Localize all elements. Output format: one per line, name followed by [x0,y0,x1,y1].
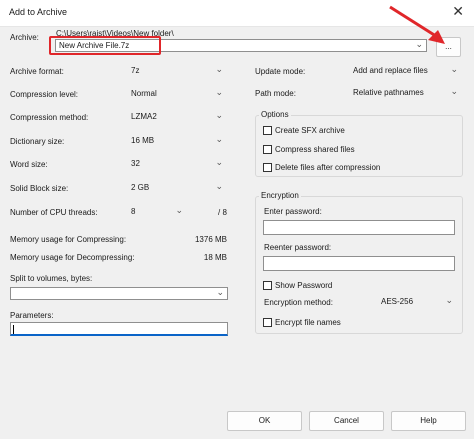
update-mode-select[interactable]: Add and replace files ⌄ [349,63,462,77]
chevron-down-icon[interactable]: ⌄ [445,295,453,306]
chevron-down-icon[interactable]: ⌄ [215,87,223,98]
archive-format-label: Archive format: [10,67,64,76]
update-mode-value: Add and replace files [353,66,428,75]
solid-block-size-label: Solid Block size: [10,184,69,193]
split-volumes-combo[interactable]: ⌄ [10,287,228,300]
delete-after-checkbox[interactable] [263,163,272,172]
compression-level-value: Normal [131,89,157,98]
update-mode-label: Update mode: [255,67,306,76]
ok-button[interactable]: OK [227,411,302,431]
show-password-label: Show Password [275,281,333,290]
encryption-method-value: AES-256 [381,297,414,306]
delete-after-label: Delete files after compression [275,163,381,172]
compress-shared-checkbox[interactable] [263,145,272,154]
compression-method-select[interactable]: LZMA2 ⌄ [127,109,227,123]
path-mode-label: Path mode: [255,89,296,98]
memory-compress-label: Memory usage for Compressing: [10,235,127,244]
cancel-button[interactable]: Cancel [309,411,384,431]
cpu-threads-label: Number of CPU threads: [10,208,98,217]
options-title: Options [259,110,291,119]
word-size-value: 32 [131,159,140,168]
reenter-password-input[interactable] [263,256,455,271]
archive-label: Archive: [10,33,39,42]
show-password-checkbox[interactable] [263,281,272,290]
encryption-method-label: Encryption method: [264,298,333,307]
cpu-threads-max: / 8 [218,208,227,217]
text-caret [13,325,14,334]
archive-format-select[interactable]: 7z ⌄ [127,63,227,77]
dictionary-size-value: 16 MB [131,136,155,145]
cpu-threads-select[interactable]: 8 ⌄ [127,204,187,218]
chevron-down-icon[interactable]: ⌄ [216,287,224,298]
enter-password-input[interactable] [263,220,455,235]
chevron-down-icon[interactable]: ⌄ [215,110,223,121]
reenter-password-label: Reenter password: [264,243,332,252]
compression-level-label: Compression level: [10,90,79,99]
split-volumes-label: Split to volumes, bytes: [10,274,93,283]
annotation-highlight-box [49,36,161,55]
chevron-down-icon[interactable]: ⌄ [450,86,458,97]
path-mode-value: Relative pathnames [353,88,424,97]
memory-compress-value: 1376 MB [194,235,227,244]
chevron-down-icon[interactable]: ⌄ [175,205,183,216]
create-sfx-label: Create SFX archive [275,126,345,135]
path-mode-select[interactable]: Relative pathnames ⌄ [349,85,462,99]
compress-shared-label: Compress shared files [275,145,355,154]
memory-decompress-label: Memory usage for Decompressing: [10,253,135,262]
chevron-down-icon[interactable]: ⌄ [215,64,223,75]
cpu-threads-value: 8 [131,207,136,216]
chevron-down-icon[interactable]: ⌄ [215,134,223,145]
compression-method-value: LZMA2 [131,112,157,121]
compression-level-select[interactable]: Normal ⌄ [127,86,227,100]
dictionary-size-label: Dictionary size: [10,137,65,146]
chevron-down-icon[interactable]: ⌄ [450,64,458,75]
chevron-down-icon[interactable]: ⌄ [215,181,223,192]
window-title: Add to Archive [9,7,68,17]
encrypt-names-label: Encrypt file names [275,318,341,327]
memory-decompress-value: 18 MB [203,253,227,262]
compression-method-label: Compression method: [10,113,89,122]
dictionary-size-select[interactable]: 16 MB ⌄ [127,133,227,147]
encryption-method-select[interactable]: AES-256 ⌄ [377,294,457,308]
encrypt-names-checkbox[interactable] [263,318,272,327]
word-size-select[interactable]: 32 ⌄ [127,156,227,170]
solid-block-size-value: 2 GB [131,183,150,192]
parameters-label: Parameters: [10,311,54,320]
word-size-label: Word size: [10,160,48,169]
enter-password-label: Enter password: [264,207,322,216]
annotation-arrow-icon [389,5,445,44]
encryption-title: Encryption [259,191,301,200]
archive-format-value: 7z [131,66,140,75]
create-sfx-checkbox[interactable] [263,126,272,135]
solid-block-size-select[interactable]: 2 GB ⌄ [127,180,227,194]
help-button[interactable]: Help [391,411,466,431]
parameters-input[interactable] [10,322,228,336]
chevron-down-icon[interactable]: ⌄ [215,157,223,168]
